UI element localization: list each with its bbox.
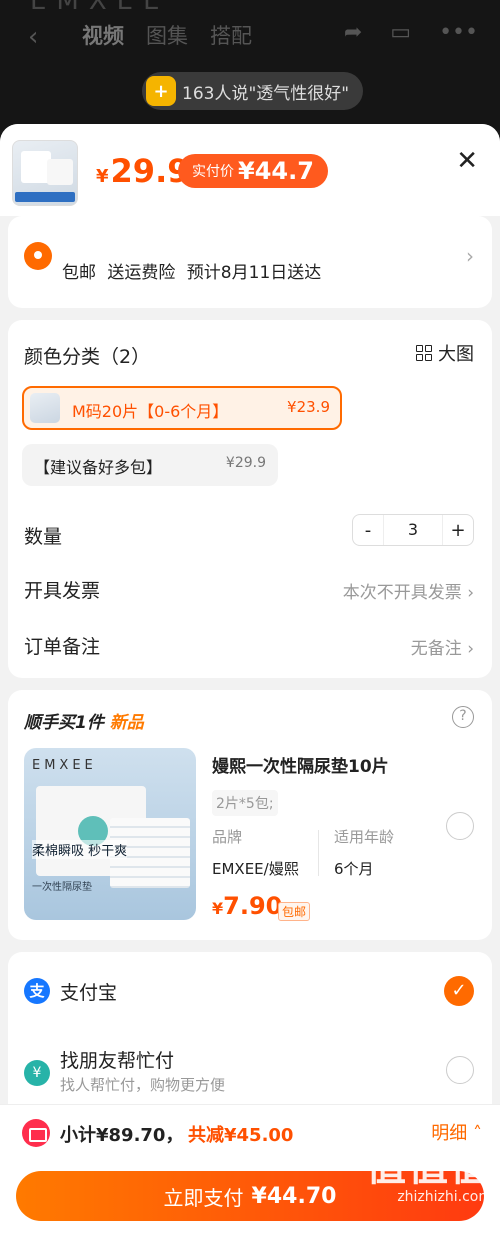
checkmark-icon[interactable]: ✓ xyxy=(444,976,474,1006)
tab-gallery: 图集 xyxy=(146,24,188,48)
share-icon: ➦ xyxy=(343,20,363,45)
real-price-badge: 实付价 ¥44.7 xyxy=(178,154,328,188)
sku-option-selected[interactable]: M码20片【0-6个月】 ¥23.9 xyxy=(22,386,342,430)
watermark: 值值值 zhizhizhi.com xyxy=(366,1145,492,1205)
alipay-icon: 支 xyxy=(24,978,50,1004)
shipping-text: 包邮 送运费险 预计8月11日送达 xyxy=(62,263,322,283)
addon-select-radio[interactable] xyxy=(446,812,474,840)
sku-name: M码20片【0-6个月】 xyxy=(72,402,229,421)
friend-pay-subtitle: 找人帮忙付，购物更方便 xyxy=(60,1076,226,1094)
addon-product-spec[interactable]: 2片*5包; xyxy=(212,790,278,816)
free-shipping-badge: 包邮 xyxy=(278,902,311,921)
chevron-right-icon: › xyxy=(466,244,474,268)
friend-pay-icon: ¥ xyxy=(24,1060,50,1086)
watermark-url: zhizhizhi.com xyxy=(397,1189,492,1205)
quantity-label: 数量 xyxy=(24,526,63,548)
invoice-label: 开具发票 xyxy=(24,580,101,602)
background-icons: ➦ ▭ ••• xyxy=(344,20,478,45)
review-pill-text: 163人说"透气性很好" xyxy=(182,83,350,104)
addon-product-name[interactable]: 嫚熙一次性隔尿垫10片 xyxy=(212,752,389,777)
help-icon[interactable]: ? xyxy=(452,706,474,728)
options-card: 颜色分类（2） 大图 M码20片【0-6个月】 ¥23.9 【建议备好多包】 ¥… xyxy=(8,320,492,678)
tab-match: 搭配 xyxy=(210,24,252,48)
review-pill: + 163人说"透气性很好" xyxy=(142,72,364,110)
friend-pay-radio[interactable] xyxy=(446,1056,474,1084)
close-icon[interactable]: ✕ xyxy=(456,146,478,176)
product-thumbnail[interactable] xyxy=(12,140,78,206)
more-icon: ••• xyxy=(439,20,478,45)
quantity-stepper: - 3 + xyxy=(352,514,474,546)
checkout-bar: 小计¥89.70， 共减¥45.00 明细 ˄ 立即支付 ¥44.70 值值值 … xyxy=(0,1104,500,1234)
product-image-caption: 柔棉瞬吸 秒干爽 xyxy=(32,840,128,859)
note-value: 无备注 xyxy=(410,639,462,659)
sku-option[interactable]: 【建议备好多包】 ¥29.9 xyxy=(22,444,278,486)
addon-price: ¥ 7.90 xyxy=(212,892,282,920)
details-label: 明细 xyxy=(431,1123,468,1144)
alipay-label[interactable]: 支付宝 xyxy=(60,978,117,1005)
coupon-icon xyxy=(22,1119,50,1147)
addon-product-image[interactable]: EMXEE 柔棉瞬吸 秒干爽 一次性隔尿垫 xyxy=(24,748,196,920)
sku-name: 【建议备好多包】 xyxy=(34,458,163,477)
age-value: 6个月 xyxy=(334,860,374,878)
friend-pay-label[interactable]: 找朋友帮忙付 xyxy=(60,1046,174,1073)
product-price: ¥ 29.9 xyxy=(96,152,189,190)
real-price-value: ¥44.7 xyxy=(238,157,314,185)
addon-title: 顺手买1件 新品 xyxy=(24,708,144,733)
currency-symbol: ¥ xyxy=(212,899,224,918)
real-price-label: 实付价 xyxy=(192,164,234,180)
location-pin-icon xyxy=(24,242,52,270)
quantity-value[interactable]: 3 xyxy=(383,515,443,545)
invoice-row[interactable]: 本次不开具发票 › xyxy=(343,578,474,603)
note-label: 订单备注 xyxy=(24,636,101,658)
subtotal: 小计¥89.70， xyxy=(60,1125,184,1146)
color-category-title: 颜色分类（2） xyxy=(24,346,151,368)
details-toggle[interactable]: 明细 ˄ xyxy=(431,1119,482,1145)
chevron-right-icon: › xyxy=(467,583,474,603)
sku-price: ¥23.9 xyxy=(287,398,330,416)
product-logo: EMXEE xyxy=(32,758,97,773)
brand-value: EMXEE/嫚熙 xyxy=(212,860,299,878)
invoice-value: 本次不开具发票 xyxy=(342,583,462,603)
purchase-sheet: ¥ 29.9 实付价 ¥44.7 ✕ 包邮 送运费险 预计8月11日送达 › 颜… xyxy=(0,124,500,1234)
background-tabs: 视频 图集 搭配 xyxy=(82,20,252,50)
back-icon: ‹ xyxy=(28,22,39,52)
addon-title-prefix: 顺手买1件 xyxy=(24,713,104,733)
grid-icon xyxy=(416,345,432,361)
addon-price-value: 7.90 xyxy=(223,892,283,920)
pay-now-label: 立即支付 xyxy=(163,1185,244,1210)
sku-thumbnail xyxy=(30,393,60,423)
currency-symbol: ¥ xyxy=(96,166,109,187)
brand-label: 品牌 xyxy=(212,828,243,846)
increment-button[interactable]: + xyxy=(443,520,473,541)
discount-total: 共减¥45.00 xyxy=(188,1125,294,1146)
addon-title-new: 新品 xyxy=(109,713,144,733)
decrement-button[interactable]: - xyxy=(353,520,383,541)
background-page-header: EMXEE ‹ 视频 图集 搭配 ➦ ▭ ••• + 163人说"透气性很好" xyxy=(0,0,500,130)
chevron-up-icon: ˄ xyxy=(473,1123,482,1144)
divider xyxy=(318,830,319,876)
price-header: ¥ 29.9 实付价 ¥44.7 ✕ xyxy=(0,124,500,216)
shopping-bag-icon: + xyxy=(146,76,176,106)
background-brand: EMXEE xyxy=(30,0,170,16)
big-image-label: 大图 xyxy=(438,344,474,365)
big-image-toggle[interactable]: 大图 xyxy=(416,340,474,366)
sku-price: ¥29.9 xyxy=(225,455,266,471)
addon-card: 顺手买1件 新品 ? EMXEE 柔棉瞬吸 秒干爽 一次性隔尿垫 嫚熙一次性隔尿… xyxy=(8,690,492,940)
cart-icon: ▭ xyxy=(390,20,412,45)
note-row[interactable]: 无备注 › xyxy=(411,634,474,659)
chevron-right-icon: › xyxy=(467,639,474,659)
tab-video: 视频 xyxy=(82,24,124,48)
shipping-card[interactable]: 包邮 送运费险 预计8月11日送达 › xyxy=(8,216,492,308)
watermark-logo: 值值值 xyxy=(366,1144,492,1190)
product-image-subcaption: 一次性隔尿垫 xyxy=(32,882,92,893)
pay-now-amount: ¥44.70 xyxy=(251,1183,337,1209)
age-label: 适用年龄 xyxy=(334,828,395,846)
